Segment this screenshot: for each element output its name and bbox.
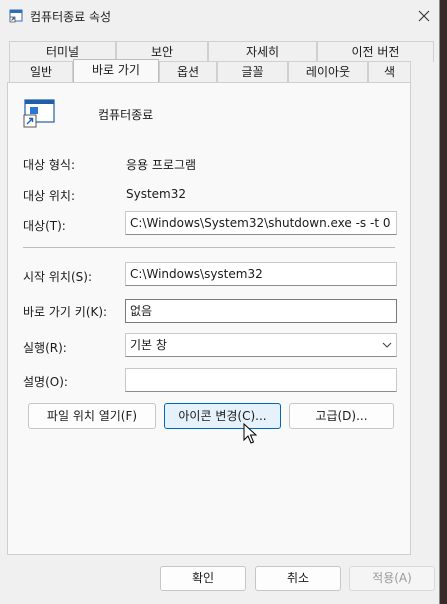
tab-options[interactable]: 옵션 (159, 61, 217, 82)
apply-button[interactable]: 적용(A) (349, 566, 435, 591)
cancel-button[interactable]: 취소 (255, 566, 341, 591)
target-label: 대상(T): (23, 219, 66, 233)
tab-details[interactable]: 자세히 (208, 41, 317, 62)
comment-label: 설명(O): (23, 375, 68, 389)
advanced-button[interactable]: 고급(D)... (289, 403, 394, 429)
run-label: 실행(R): (23, 341, 67, 355)
target-location-label: 대상 위치: (23, 189, 76, 203)
shortcut-name: 컴퓨터종료 (98, 108, 154, 122)
run-select-value: 기본 창 (130, 338, 167, 352)
title-bar[interactable]: 컴퓨터종료 속성 (0, 0, 440, 32)
run-select[interactable]: 기본 창 (125, 333, 397, 357)
chevron-down-icon (382, 342, 392, 348)
comment-input[interactable] (125, 368, 397, 392)
tab-shortcut[interactable]: 바로 가기 (73, 59, 159, 82)
close-button[interactable] (413, 6, 435, 26)
tab-colors[interactable]: 색 (368, 61, 411, 82)
tab-previous-versions[interactable]: 이전 버전 (317, 41, 434, 62)
mouse-pointer-icon (243, 423, 257, 444)
hotkey-input[interactable]: 없음 (125, 299, 397, 323)
change-icon-button[interactable]: 아이콘 변경(C)... (164, 403, 281, 429)
tab-font[interactable]: 글꼴 (217, 61, 288, 82)
target-type-label: 대상 형식: (23, 158, 76, 172)
target-type-value: 응용 프로그램 (126, 158, 197, 172)
start-in-input[interactable]: C:\Windows\system32 (125, 262, 397, 286)
hotkey-label: 바로 가기 키(K): (23, 305, 108, 319)
close-icon (418, 10, 430, 22)
divider (23, 247, 395, 248)
shortcut-window-icon (23, 99, 55, 128)
tab-general[interactable]: 일반 (9, 61, 73, 82)
window-title: 컴퓨터종료 속성 (30, 10, 112, 24)
properties-window: 컴퓨터종료 속성 터미널 보안 자세히 이전 버전 일반 바로 가기 옵션 글꼴… (0, 0, 440, 604)
start-in-label: 시작 위치(S): (23, 270, 92, 284)
target-location-value: System32 (126, 187, 187, 201)
target-input[interactable]: C:\Windows\System32\shutdown.exe -s -t 0 (125, 211, 397, 235)
open-file-location-button[interactable]: 파일 위치 열기(F) (28, 403, 156, 429)
ok-button[interactable]: 확인 (160, 566, 246, 591)
tab-layout[interactable]: 레이아웃 (288, 61, 368, 82)
app-icon (9, 9, 23, 23)
